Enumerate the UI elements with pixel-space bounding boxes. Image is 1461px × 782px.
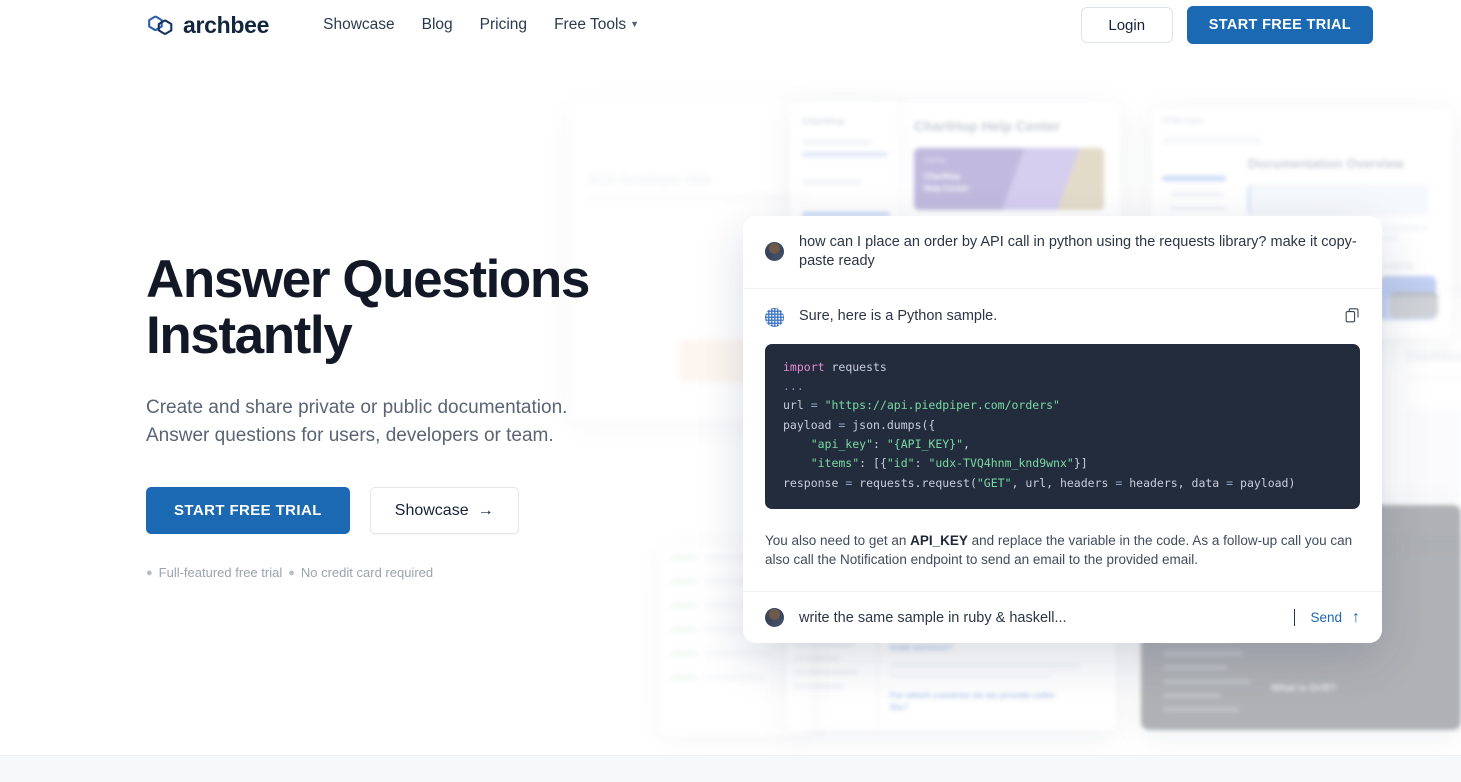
chat-answer-note: You also need to get an API_KEY and repl… [743,515,1382,591]
bg-storj-title: Documentation Overview [1248,156,1404,171]
bg-dev-hub-title: ACA Developer Hub [588,172,711,187]
code-items-key: "items" [783,456,859,470]
bg-charthop-title: ChartHop Help Center [914,118,1060,134]
landing-page: ACA Developer Hub ChartHop ChartHop Help… [0,0,1461,782]
send-button[interactable]: Send ↑ [1310,610,1360,626]
text-cursor [1294,609,1295,626]
ai-chat-card: how can I place an order by API call in … [743,216,1382,643]
arrow-up-icon: ↑ [1352,610,1360,626]
code-requests-request: requests.request( [852,476,977,490]
bg-storj-tab: STORJ Docs [1162,118,1203,125]
top-navigation-bar: archbee Showcase Blog Pricing Free Tools… [0,0,1461,50]
code-url-string: "https://api.piedpiper.com/orders" [818,398,1060,412]
start-free-trial-button-hero[interactable]: START FREE TRIAL [146,487,350,534]
start-free-trial-button-header[interactable]: START FREE TRIAL [1187,6,1373,44]
code-url-var: url [783,398,811,412]
code-api-key-value: "{API_KEY}" [887,437,963,451]
bg-charthop-banner-line2: Help Center [924,184,969,193]
nav-link-free-tools[interactable]: Free Tools ▼ [554,16,639,34]
code-colon-2: : [915,456,929,470]
bg-faq-question-2: For which countries do we provide caller… [890,690,1070,714]
code-bracket-2: }] [1074,456,1088,470]
hero-cta-group: START FREE TRIAL Showcase → [146,487,786,534]
bg-dcs-label: e (DCS) [1384,262,1413,271]
copy-icon[interactable] [1345,308,1360,323]
trust-item-no-credit-card: No credit card required [301,565,433,580]
code-keyword-import: import [783,360,825,374]
bg-charthop-banner: ChartHop ChartHop Help Center [914,148,1104,210]
chat-answer-intro-text: Sure, here is a Python sample. [799,307,1330,326]
bullet-dot-icon: ● [146,567,153,579]
footer-band [0,755,1461,782]
code-get-method: "GET" [977,476,1012,490]
showcase-button-label: Showcase [395,502,469,520]
archbee-logo-text: archbee [183,12,269,39]
code-ellipsis: ... [783,379,804,393]
code-op-1: = [811,398,818,412]
code-id-key: "id" [887,456,915,470]
code-payload-var: payload [783,418,838,432]
chat-answer-block: Sure, here is a Python sample. import re… [743,289,1382,515]
hero-section: Answer Questions Instantly Create and sh… [146,252,786,580]
chat-question-text: how can I place an order by API call in … [799,233,1360,271]
code-json-dumps: json.dumps({ [845,418,935,432]
code-args-3: payload) [1233,476,1295,490]
bg-drift-question: What is Drift? [1271,683,1336,694]
chat-answer-intro-row: Sure, here is a Python sample. [765,307,1360,327]
nav-link-showcase[interactable]: Showcase [323,16,395,34]
user-avatar [765,242,784,261]
send-button-label: Send [1310,610,1342,625]
nav-link-free-tools-label: Free Tools [554,16,626,33]
code-bracket-1: : [{ [859,456,887,470]
code-colon-1: : [873,437,887,451]
chevron-down-icon: ▼ [630,19,639,29]
note-part-1: You also need to get an [765,533,910,548]
showcase-button[interactable]: Showcase → [370,487,519,534]
archbee-logo[interactable]: archbee [146,11,269,39]
bg-dashboard-title: Dashboard [1406,348,1461,365]
code-comma-1: , [963,437,970,451]
nav-link-blog[interactable]: Blog [422,16,453,34]
bg-charthop-side-title: ChartHop [802,116,845,126]
page-title: Answer Questions Instantly [146,252,786,363]
bg-charthop-banner-brand: ChartHop [924,158,945,164]
trust-item-free-trial: Full-featured free trial [159,565,283,580]
chat-question-row: how can I place an order by API call in … [743,216,1382,289]
code-sample-block: import requests ... url = "https://api.p… [765,344,1360,509]
note-api-key-bold: API_KEY [910,533,968,548]
archbee-hexagon-logo-icon [146,11,174,39]
code-id-value: "udx-TVQ4hnm_knd9wnx" [928,456,1073,470]
chat-input[interactable] [799,610,1285,626]
user-avatar-input [765,608,784,627]
code-module-requests: requests [825,360,887,374]
bg-dashboard-card: Dashboard [1384,296,1461,536]
code-args-1: , url, headers [1012,476,1116,490]
ai-assistant-avatar-icon [765,308,784,327]
nav-links: Showcase Blog Pricing Free Tools ▼ [323,16,639,34]
login-button[interactable]: Login [1081,7,1173,43]
nav-actions: Login START FREE TRIAL [1081,6,1373,44]
code-args-2: headers, data [1122,476,1226,490]
code-response-var: response [783,476,845,490]
bg-charthop-banner-line1: ChartHop [924,172,960,181]
code-api-key-key: "api_key" [783,437,873,451]
nav-link-pricing[interactable]: Pricing [480,16,527,34]
chat-input-row: Send ↑ [743,591,1382,643]
bullet-dot-icon-2: ● [288,567,295,579]
trust-line: ● Full-featured free trial ● No credit c… [146,565,786,580]
hero-subheading: Create and share private or public docum… [146,394,786,449]
arrow-right-icon: → [478,502,494,520]
